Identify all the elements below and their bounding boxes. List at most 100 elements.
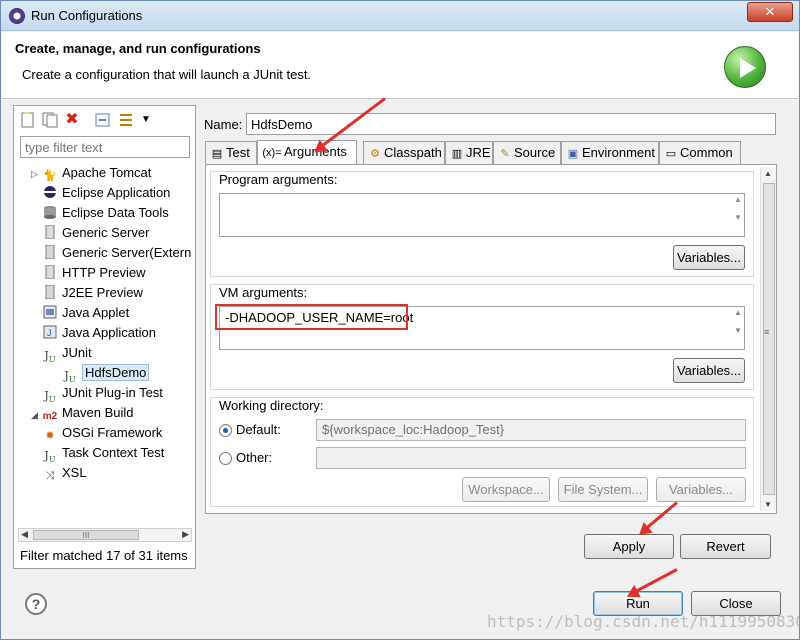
chevron-down-icon[interactable]: ▼ [138, 112, 154, 128]
watermark: https://blog.csdn.net/h1119950830 [487, 612, 800, 631]
server-icon [42, 224, 58, 240]
revert-button[interactable]: Revert [680, 534, 771, 559]
jre-icon: ▥ [451, 148, 463, 160]
collapse-icon[interactable]: ◢ [31, 410, 38, 421]
configuration-list-pane: ✖ ▼ ▷ ◢ 🐈Apache Tomcat Eclipse Applicati… [13, 105, 196, 569]
working-directory-group: Working directory: Default: ${workspace_… [210, 397, 754, 507]
scroll-grip-icon: ≡ [764, 327, 770, 337]
textarea-scroll-icon[interactable]: ▲ ▼ [731, 308, 745, 335]
program-arguments-title: Program arguments: [219, 172, 338, 187]
default-label: Default: [236, 422, 281, 437]
junit-icon: JU [44, 349, 56, 365]
scroll-left-icon[interactable]: ◀ [21, 529, 28, 540]
program-arguments-group: Program arguments: ▲ ▼ Variables... [210, 171, 754, 277]
server-icon [42, 244, 58, 260]
tree-item[interactable]: Java Applet [42, 303, 129, 323]
task-context-icon: JU [44, 449, 56, 465]
workspace-button[interactable]: Workspace... [462, 477, 550, 502]
test-icon: ▤ [211, 148, 223, 160]
textarea-scroll-icon[interactable]: ▲ ▼ [731, 195, 745, 222]
osgi-icon: ✸ [45, 430, 55, 442]
tree-horizontal-scrollbar[interactable]: ◀ III ▶ [18, 528, 192, 542]
tree-item[interactable]: J Java Application [42, 323, 156, 343]
scroll-up-icon[interactable]: ▲ [764, 169, 772, 178]
common-icon: ▭ [665, 148, 677, 160]
tree-item[interactable]: ⤨ XSL [42, 463, 87, 483]
vm-arguments-group: VM arguments: -DHADOOP_USER_NAME=root ▲ ▼… [210, 284, 754, 390]
xsl-icon: ⤨ [45, 470, 55, 482]
arguments-icon: (x)= [262, 147, 282, 159]
other-radio[interactable] [219, 452, 232, 465]
program-variables-button[interactable]: Variables... [673, 245, 745, 270]
expand-icon[interactable]: ▷ [31, 169, 38, 180]
scroll-down-icon[interactable]: ▼ [764, 500, 772, 509]
header-description: Create a configuration that will launch … [22, 67, 312, 82]
tree-item[interactable]: Generic Server [42, 223, 149, 243]
working-dir-variables-button[interactable]: Variables... [656, 477, 746, 502]
source-icon: ✎ [500, 148, 510, 160]
window-close-button[interactable]: ✕ [747, 2, 793, 22]
name-label: Name: [204, 117, 243, 132]
eclipse-app-icon [42, 185, 58, 199]
tree-item[interactable]: J2EE Preview [42, 283, 143, 303]
vm-arguments-highlight [215, 304, 408, 330]
header-title: Create, manage, and run configurations [15, 41, 261, 56]
tab-test[interactable]: ▤ Test [205, 141, 257, 165]
default-radio[interactable] [219, 424, 232, 437]
environment-icon: ▣ [567, 148, 579, 160]
tab-arguments[interactable]: (x)=Arguments [257, 140, 357, 166]
scrollbar-thumb[interactable]: III [33, 530, 139, 540]
duplicate-icon[interactable] [42, 112, 58, 128]
classpath-icon: ⚙ [370, 148, 380, 160]
new-configuration-icon[interactable] [20, 112, 36, 128]
j2ee-preview-icon [42, 284, 58, 300]
tree-item[interactable]: Eclipse Data Tools [42, 203, 169, 223]
file-system-button[interactable]: File System... [558, 477, 648, 502]
vm-arguments-title: VM arguments: [219, 285, 308, 300]
tab-jre[interactable]: ▥ JRE [445, 141, 493, 165]
tree-item-selected[interactable]: JU HdfsDemo [62, 363, 150, 385]
working-directory-title: Working directory: [219, 398, 324, 413]
delete-icon[interactable]: ✖ [64, 112, 80, 128]
apply-button[interactable]: Apply [584, 534, 674, 559]
scrollbar-thumb[interactable] [763, 183, 775, 495]
run-launch-icon [724, 46, 766, 88]
other-label: Other: [236, 450, 273, 465]
eclipse-icon [9, 8, 25, 24]
program-arguments-input[interactable] [219, 193, 745, 237]
run-configurations-window: Run Configurations ✕ Create, manage, and… [0, 0, 800, 640]
scroll-right-icon[interactable]: ▶ [182, 529, 189, 540]
window-title: Run Configurations [31, 8, 143, 23]
tree-item[interactable]: JU JUnit Plug-in Test [42, 383, 163, 405]
data-tools-icon [42, 205, 58, 219]
filter-icon[interactable] [118, 112, 134, 128]
filter-input[interactable] [20, 136, 190, 158]
java-app-icon: J [42, 325, 58, 339]
tree-item[interactable]: JU JUnit [42, 343, 91, 365]
tree-item[interactable]: 🐈 Apache Tomcat [42, 163, 151, 183]
tree-item[interactable]: Eclipse Application [42, 183, 170, 203]
tree-item[interactable]: JU Task Context Test [42, 443, 164, 465]
tab-common[interactable]: ▭ Common [659, 141, 741, 165]
tomcat-icon: 🐈 [43, 170, 57, 182]
collapse-all-icon[interactable] [95, 112, 111, 128]
maven-icon: m2 [42, 411, 58, 422]
name-input[interactable] [246, 113, 776, 135]
arguments-vertical-scrollbar[interactable]: ▲ ≡ ▼ [760, 167, 776, 511]
tree-item[interactable]: m2 Maven Build [42, 403, 134, 423]
tree-item[interactable]: HTTP Preview [42, 263, 146, 283]
tab-source[interactable]: ✎ Source [493, 141, 561, 165]
vm-variables-button[interactable]: Variables... [673, 358, 745, 383]
tab-environment[interactable]: ▣ Environment [561, 141, 659, 165]
tree-item[interactable]: ✸ OSGi Framework [42, 423, 162, 443]
help-icon[interactable]: ? [25, 593, 47, 615]
svg-text:J: J [47, 328, 52, 338]
tab-classpath[interactable]: ⚙ Classpath [363, 141, 445, 165]
other-directory-field[interactable] [316, 447, 746, 469]
java-applet-icon [42, 305, 58, 319]
tree-item[interactable]: Generic Server(Extern [42, 243, 191, 263]
junit-icon: JU [64, 369, 76, 385]
junit-plugin-icon: JU [44, 389, 56, 405]
http-preview-icon [42, 264, 58, 280]
default-directory-field: ${workspace_loc:Hadoop_Test} [316, 419, 746, 441]
